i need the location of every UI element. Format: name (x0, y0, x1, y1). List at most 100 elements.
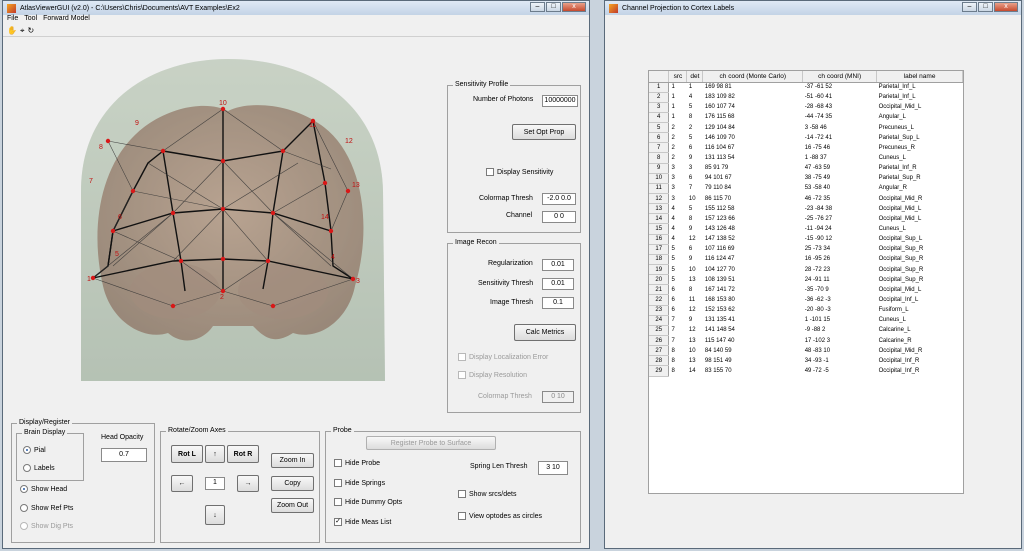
show-head-radio[interactable]: Show Head (20, 485, 67, 493)
table-row[interactable]: 16 4 12 147 138 52 -15 -90 12 Occipital_Sup_L (649, 234, 963, 245)
labels-radio[interactable]: Labels (23, 464, 55, 472)
hide-springs-checkbox[interactable]: Hide Springs (334, 479, 385, 487)
calc-metrics-button[interactable]: Calc Metrics (514, 324, 576, 341)
table-row[interactable]: 6 2 5 146 109 70 -14 -72 41 Parietal_Sup_L (649, 132, 963, 144)
head-brain-axes[interactable]: 10 9 11 8 12 7 13 6 14 5 1 4 2 3 (63, 41, 403, 387)
row-number[interactable]: 19 (649, 264, 670, 276)
step-field[interactable]: 1 (205, 477, 225, 490)
hide-meas-list-checkbox[interactable]: ✓ Hide Meas List (334, 518, 391, 526)
table-row[interactable]: 15 4 9 143 126 48 -11 -94 24 Cuneus_L (649, 223, 963, 235)
show-srcs-dets-checkbox[interactable]: Show srcs/dets (458, 490, 516, 498)
table-row[interactable]: 17 5 6 107 116 69 25 -73 34 Occipital_Sup_R (649, 244, 963, 255)
table-row[interactable]: 23 6 12 152 153 62 -20 -80 -3 Fusiform_L (649, 305, 963, 316)
close-button[interactable]: x (994, 2, 1018, 12)
table-row[interactable]: 9 3 3 85 91 79 47 -63 59 Parietal_Inf_R (649, 163, 963, 174)
table-row[interactable]: 10 3 6 94 101 67 38 -75 49 Parietal_Sup_R (649, 173, 963, 184)
table-row[interactable]: 18 5 9 116 124 47 16 -95 26 Occipital_Sup_R (649, 254, 963, 266)
column-header[interactable]: ch coord (Monte Carlo) (702, 71, 804, 83)
row-number[interactable]: 5 (649, 122, 670, 134)
table-row[interactable]: 13 4 5 155 112 58 -23 -84 38 Occipital_Mid_L (649, 203, 963, 215)
table-row[interactable]: 24 7 9 131 135 41 1 -101 15 Cuneus_L (649, 315, 963, 326)
row-number[interactable]: 16 (649, 234, 670, 245)
register-probe-button[interactable]: Register Probe to Surface (366, 436, 496, 450)
row-number[interactable]: 23 (649, 305, 670, 316)
table-row[interactable]: 8 2 9 131 113 54 1 -88 37 Cuneus_L (649, 152, 963, 164)
menu-forward-model[interactable]: Forward Model (43, 15, 90, 25)
row-number[interactable]: 10 (649, 173, 670, 184)
rotate-up-button[interactable]: ↑ (205, 445, 225, 463)
channel-projection-titlebar[interactable]: Channel Projection to Cortex Labels – □ … (605, 1, 1021, 15)
row-number[interactable]: 15 (649, 223, 670, 235)
show-ref-pts-radio[interactable]: Show Ref Pts (20, 504, 73, 512)
minimize-button[interactable]: – (530, 2, 545, 12)
row-number[interactable]: 9 (649, 163, 670, 174)
maximize-button[interactable]: □ (546, 2, 561, 12)
row-number[interactable]: 21 (649, 284, 670, 296)
colormap-thresh-field[interactable]: -2.0 0.0 (542, 193, 576, 205)
row-number[interactable]: 11 (649, 183, 670, 195)
table-row[interactable]: 11 3 7 79 110 84 53 -58 40 Angular_R (649, 183, 963, 195)
hide-dummy-opts-checkbox[interactable]: Hide Dummy Opts (334, 498, 402, 506)
row-number[interactable]: 17 (649, 244, 670, 255)
column-header[interactable]: label name (876, 71, 963, 83)
row-number[interactable]: 26 (649, 335, 670, 347)
show-dig-pts-radio[interactable]: Show Dig Pts (20, 522, 73, 530)
display-resolution-checkbox[interactable]: Display Resolution (458, 371, 527, 379)
rot-r-button[interactable]: Rot R (227, 445, 259, 463)
pial-radio[interactable]: Pial (23, 446, 46, 454)
row-number[interactable]: 7 (649, 142, 670, 154)
table-row[interactable]: 4 1 8 176 115 68 -44 -74 35 Angular_L (649, 112, 963, 124)
copy-button[interactable]: Copy (271, 476, 314, 491)
row-number[interactable]: 27 (649, 345, 670, 357)
table-row[interactable]: 22 6 11 168 153 80 -36 -62 -3 Occipital_Inf_L (649, 294, 963, 306)
num-photons-field[interactable]: 10000000 (542, 95, 578, 107)
table-row[interactable]: 28 8 13 98 151 49 34 -93 -1 Occipital_Inf_R (649, 355, 963, 367)
atlasviewer-titlebar[interactable]: AtlasViewerGUI (v2.0) - C:\Users\Chris\D… (3, 1, 589, 15)
row-number[interactable]: 2 (649, 92, 670, 103)
menu-tool[interactable]: Tool (24, 15, 37, 25)
table-row[interactable]: 1 1 1 169 98 81 -37 -61 52 Parietal_Inf_L (649, 82, 963, 93)
row-number[interactable]: 18 (649, 254, 670, 266)
row-number[interactable]: 13 (649, 203, 670, 215)
row-number[interactable]: 24 (649, 315, 670, 326)
menu-file[interactable]: File (7, 15, 18, 25)
table-row[interactable]: 3 1 5 160 107 74 -28 -68 43 Occipital_Mid_L (649, 102, 963, 113)
head-opacity-field[interactable]: 0.7 (101, 448, 147, 462)
zoom-in-button[interactable]: Zoom In (271, 453, 314, 468)
minimize-button[interactable]: – (962, 2, 977, 12)
row-number[interactable]: 20 (649, 274, 670, 286)
image-thresh-field[interactable]: 0.1 (542, 297, 574, 309)
column-header[interactable]: src (668, 71, 688, 83)
table-row[interactable]: 26 7 13 115 147 40 17 -102 3 Calcarine_R (649, 335, 963, 347)
table-row[interactable]: 19 5 10 104 127 70 28 -72 23 Occipital_Sup_R (649, 264, 963, 276)
row-number[interactable]: 8 (649, 152, 670, 164)
row-number[interactable]: 25 (649, 325, 670, 337)
row-number[interactable]: 28 (649, 355, 670, 367)
pan-icon[interactable]: ✋ (7, 26, 17, 36)
spring-len-thresh-field[interactable]: 3 10 (538, 461, 568, 475)
table-row[interactable]: 20 5 13 108 139 51 24 -91 11 Occipital_Sup_R (649, 274, 963, 286)
table-row[interactable]: 5 2 2 129 104 84 3 -58 46 Precuneus_L (649, 122, 963, 134)
sensitivity-thresh-field[interactable]: 0.01 (542, 278, 574, 290)
table-row[interactable]: 25 7 12 141 148 54 -9 -88 2 Calcarine_L (649, 325, 963, 337)
data-cursor-icon[interactable]: ⌖ (20, 26, 25, 36)
row-number[interactable]: 14 (649, 213, 670, 225)
regularization-field[interactable]: 0.01 (542, 259, 574, 271)
display-localization-error-checkbox[interactable]: Display Localization Error (458, 353, 548, 361)
rotate-icon[interactable]: ↻ (27, 26, 34, 36)
rotate-right-button[interactable]: → (237, 475, 259, 492)
table-row[interactable]: 27 8 10 84 140 59 48 -83 10 Occipital_Mid_R (649, 345, 963, 357)
rot-l-button[interactable]: Rot L (171, 445, 203, 463)
row-number[interactable]: 12 (649, 193, 670, 205)
column-header[interactable]: det (686, 71, 704, 83)
close-button[interactable]: x (562, 2, 586, 12)
view-optodes-circles-checkbox[interactable]: View optodes as circles (458, 512, 542, 520)
table-row[interactable]: 14 4 8 157 123 66 -25 -76 27 Occipital_Mid_L (649, 213, 963, 225)
row-number[interactable]: 1 (649, 82, 670, 93)
display-sensitivity-checkbox[interactable]: Display Sensitivity (486, 168, 553, 176)
table-row[interactable]: 7 2 6 116 104 67 16 -75 46 Precuneus_R (649, 142, 963, 154)
row-number[interactable]: 6 (649, 132, 670, 144)
table-row[interactable]: 29 8 14 83 155 70 49 -72 -5 Occipital_Inf_R (649, 365, 963, 377)
maximize-button[interactable]: □ (978, 2, 993, 12)
table-row[interactable]: 21 6 8 167 141 72 -35 -70 9 Occipital_Mid_L (649, 284, 963, 296)
